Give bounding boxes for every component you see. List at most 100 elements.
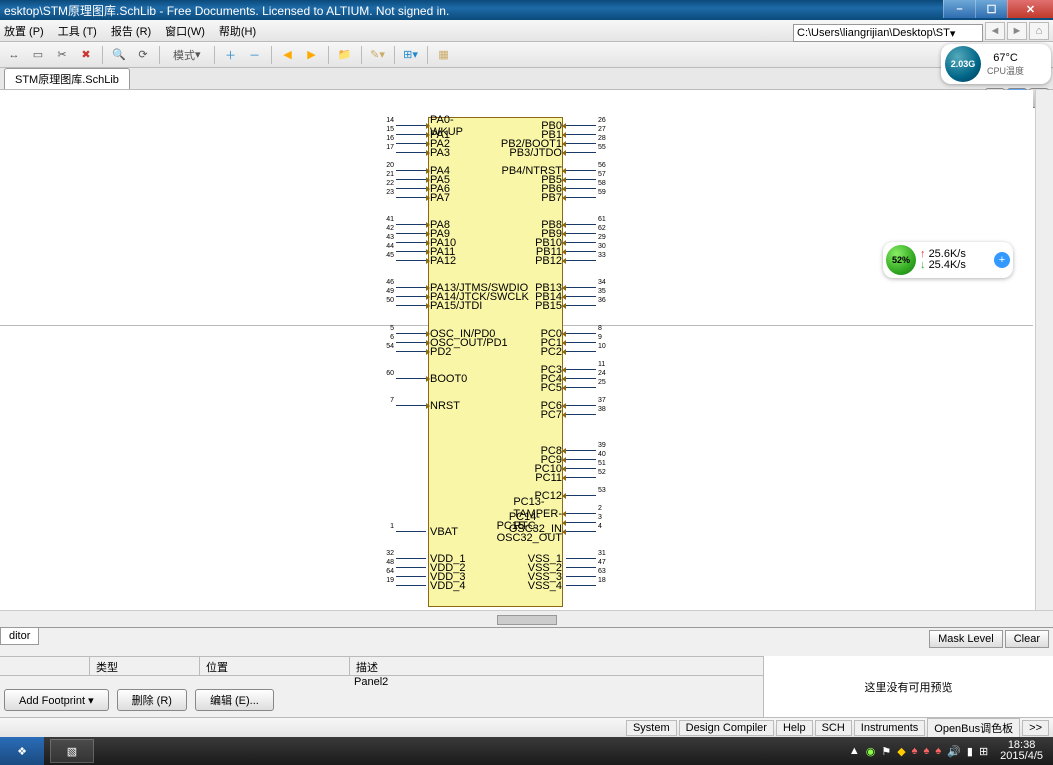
nav-fwd-button[interactable]: ►: [1007, 22, 1027, 40]
editor-tab[interactable]: ditor: [0, 627, 39, 645]
pin-PA2[interactable]: 16PA2: [396, 143, 426, 144]
edit-icon[interactable]: ✎▾: [368, 45, 388, 65]
nav-back-button[interactable]: ◄: [985, 22, 1005, 40]
pin-VBAT[interactable]: 1VBAT: [396, 531, 426, 532]
menu-place[interactable]: 放置 (P): [4, 23, 44, 39]
status-help[interactable]: Help: [776, 720, 813, 736]
menu-tools[interactable]: 工具 (T): [58, 23, 97, 39]
next-icon[interactable]: ▶: [302, 45, 322, 65]
pin-PB3-JTDO[interactable]: 55PB3/JTDO: [566, 152, 596, 153]
pin-PB1[interactable]: 27PB1: [566, 134, 596, 135]
pin-PA8[interactable]: 41PA8: [396, 224, 426, 225]
taskbar-clock[interactable]: 18:382015/4/5: [994, 740, 1049, 762]
menu-help[interactable]: 帮助(H): [219, 23, 256, 39]
pin-PA12[interactable]: 45PA12: [396, 260, 426, 261]
pin-VDD_1[interactable]: 32VDD_1: [396, 558, 426, 559]
pin-PA11[interactable]: 44PA11: [396, 251, 426, 252]
vertical-scrollbar[interactable]: [1035, 90, 1053, 610]
prev-icon[interactable]: ◀: [278, 45, 298, 65]
pin-PB7[interactable]: 59PB7: [566, 197, 596, 198]
menu-window[interactable]: 窗口(W): [165, 23, 205, 39]
tray-app3-icon[interactable]: ♠: [935, 745, 941, 757]
pin-PC7[interactable]: 38PC7: [566, 414, 596, 415]
status-more[interactable]: >>: [1022, 720, 1049, 736]
edit-button[interactable]: 编辑 (E)...: [195, 689, 274, 711]
select-tool-icon[interactable]: ▭: [28, 45, 48, 65]
task-altium[interactable]: ▧: [50, 739, 94, 763]
status-sch[interactable]: SCH: [815, 720, 852, 736]
pin-PA14-JTCK-SWCLK[interactable]: 49PA14/JTCK/SWCLK: [396, 296, 426, 297]
pin-PC12[interactable]: 53PC12: [566, 495, 596, 496]
tray-speaker-icon[interactable]: 🔊: [947, 745, 961, 758]
pin-OSC_OUT-PD1[interactable]: 6OSC_OUT/PD1: [396, 342, 426, 343]
pin-PB13[interactable]: 34PB13: [566, 287, 596, 288]
tray-flag-icon[interactable]: ⚑: [881, 745, 891, 758]
pin-PA1[interactable]: 15PA1: [396, 134, 426, 135]
pin-OSC_IN-PD0[interactable]: 5OSC_IN/PD0: [396, 333, 426, 334]
pin-PC10[interactable]: 51PC10: [566, 468, 596, 469]
pin-PC15-OSC32_OUT[interactable]: 4PC15-OSC32_OUT: [566, 531, 596, 532]
pin-PA13-JTMS-SWDIO[interactable]: 46PA13/JTMS/SWDIO: [396, 287, 426, 288]
pin-VSS_1[interactable]: 31VSS_1: [566, 558, 596, 559]
pin-VSS_3[interactable]: 63VSS_3: [566, 576, 596, 577]
tray-up-icon[interactable]: ▲: [849, 745, 860, 757]
nav-home-button[interactable]: ⌂: [1029, 22, 1049, 40]
status-system[interactable]: System: [626, 720, 677, 736]
add-footprint-button[interactable]: Add Footprint ▾: [4, 689, 109, 711]
pin-PC8[interactable]: 39PC8: [566, 450, 596, 451]
pin-PB4-NTRST[interactable]: 56PB4/NTRST: [566, 170, 596, 171]
pin-PA7[interactable]: 23PA7: [396, 197, 426, 198]
pin-VDD_4[interactable]: 19VDD_4: [396, 585, 426, 586]
pin-PB5[interactable]: 57PB5: [566, 179, 596, 180]
pin-PB0[interactable]: 26PB0: [566, 125, 596, 126]
pin-PB14[interactable]: 35PB14: [566, 296, 596, 297]
tray-app2-icon[interactable]: ♠: [924, 745, 930, 757]
pin-PC14-OSC32_IN[interactable]: 3PC14-OSC32_IN: [566, 522, 596, 523]
pin-PC6[interactable]: 37PC6: [566, 405, 596, 406]
tray-battery-icon[interactable]: ▮: [967, 745, 973, 758]
pin-PC11[interactable]: 52PC11: [566, 477, 596, 478]
mask-level-button[interactable]: Mask Level: [929, 630, 1003, 648]
network-gadget[interactable]: 52% ↑ 25.6K/s ↓ 25.4K/s +: [883, 242, 1013, 278]
status-instruments[interactable]: Instruments: [854, 720, 925, 736]
status-design-compiler[interactable]: Design Compiler: [679, 720, 774, 736]
pin-PB12[interactable]: 33PB12: [566, 260, 596, 261]
pin-PC1[interactable]: 9PC1: [566, 342, 596, 343]
pin-PC9[interactable]: 40PC9: [566, 459, 596, 460]
delete-button[interactable]: 删除 (R): [117, 689, 187, 711]
pin-PB11[interactable]: 30PB11: [566, 251, 596, 252]
tab-schlib[interactable]: STM原理图库.SchLib: [4, 68, 130, 89]
pin-PD2[interactable]: 54PD2: [396, 351, 426, 352]
net-plus-icon[interactable]: +: [994, 252, 1010, 268]
tray-app1-icon[interactable]: ♠: [912, 745, 918, 757]
pin-PA15-JTDI[interactable]: 50PA15/JTDI: [396, 305, 426, 306]
pin-BOOT0[interactable]: 60BOOT0: [396, 378, 426, 379]
pin-PA6[interactable]: 22PA6: [396, 188, 426, 189]
pin-PB8[interactable]: 61PB8: [566, 224, 596, 225]
pin-PC3[interactable]: 11PC3: [566, 369, 596, 370]
zoom-in-icon[interactable]: 🔍: [109, 45, 129, 65]
move-tool-icon[interactable]: ↔: [4, 45, 24, 65]
grid-icon[interactable]: ⊞▾: [401, 45, 421, 65]
menu-reports[interactable]: 报告 (R): [111, 23, 151, 39]
tray-wifi-icon[interactable]: ◉: [866, 745, 876, 758]
pin-PA0-WKUP[interactable]: 14PA0-WKUP: [396, 125, 426, 126]
pin-VSS_4[interactable]: 18VSS_4: [566, 585, 596, 586]
schematic-canvas[interactable]: 14PA0-WKUP15PA116PA217PA320PA421PA522PA6…: [0, 90, 1033, 610]
tray-lang-icon[interactable]: ⊞: [979, 745, 988, 758]
path-field[interactable]: C:\Users\liangrijian\Desktop\ST▾: [793, 24, 983, 42]
pin-PB10[interactable]: 29PB10: [566, 242, 596, 243]
status-openbus[interactable]: OpenBus调色板: [927, 718, 1020, 738]
pin-PC4[interactable]: 24PC4: [566, 378, 596, 379]
remove-icon[interactable]: －: [245, 45, 265, 65]
tray-shield-icon[interactable]: ◆: [897, 745, 905, 758]
horizontal-scrollbar[interactable]: [0, 610, 1053, 628]
pin-PC0[interactable]: 8PC0: [566, 333, 596, 334]
pin-PC5[interactable]: 25PC5: [566, 387, 596, 388]
maximize-button[interactable]: ☐: [975, 0, 1007, 18]
pin-PA5[interactable]: 21PA5: [396, 179, 426, 180]
cpu-gadget[interactable]: 2.03G 67°C CPU温度: [941, 44, 1051, 84]
pin-PA10[interactable]: 43PA10: [396, 242, 426, 243]
pin-PB9[interactable]: 62PB9: [566, 233, 596, 234]
mode-dropdown[interactable]: 模式 ▾: [166, 45, 208, 65]
